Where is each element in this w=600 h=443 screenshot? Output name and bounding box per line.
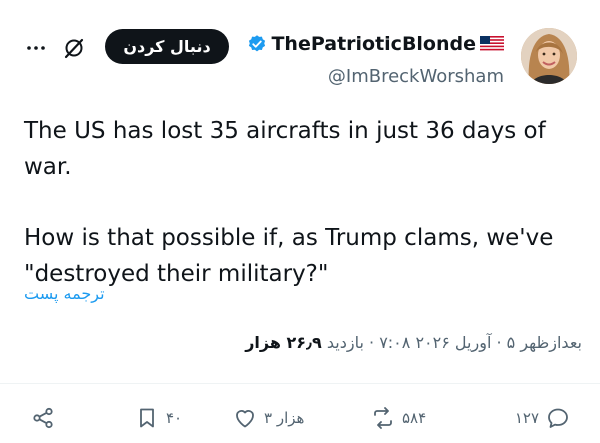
- grok-icon[interactable]: [62, 36, 86, 60]
- repost-icon: [374, 407, 392, 429]
- tweet-line-2: How is that possible if, as Trump clams,…: [24, 225, 554, 287]
- display-name: ThePatrioticBlonde: [271, 33, 476, 55]
- repost-button[interactable]: ۵۸۴: [371, 404, 426, 432]
- share-button[interactable]: [31, 404, 55, 432]
- repost-count: ۵۸۴: [402, 409, 427, 427]
- like-button[interactable]: ۳ هزار: [233, 404, 304, 432]
- tweet-line-1: The US has lost 35 aircrafts in just 36 …: [24, 118, 546, 180]
- translate-post-link[interactable]: ترجمه پست: [24, 284, 105, 303]
- like-count: ۳ هزار: [264, 409, 305, 427]
- bookmark-icon: [140, 408, 154, 428]
- follow-button[interactable]: دنبال کردن: [105, 29, 229, 64]
- avatar-image: [521, 28, 577, 84]
- more-options-icon[interactable]: [24, 36, 48, 60]
- share-icon: [33, 407, 53, 429]
- heart-icon: [236, 410, 254, 428]
- bookmark-button[interactable]: ۴۰: [135, 404, 182, 432]
- view-count: ۲۶٫۹ هزار: [245, 333, 322, 352]
- reply-count: ۱۲۷: [514, 409, 539, 427]
- bookmark-count: ۴۰: [166, 409, 183, 427]
- tweet-datetime[interactable]: بعدازظهر ۵ · آوریل ۲۰۲۶ ۷:۰۸ · بازدید: [327, 333, 582, 352]
- reply-icon: [548, 408, 568, 428]
- avatar[interactable]: [521, 28, 577, 84]
- display-name-row[interactable]: ThePatrioticBlonde: [247, 33, 504, 55]
- divider: [0, 383, 600, 384]
- tweet-meta: بعدازظهر ۵ · آوریل ۲۰۲۶ ۷:۰۸ · بازدید ۲۶…: [245, 333, 582, 352]
- us-flag-icon: [480, 36, 504, 52]
- tweet-text: The US has lost 35 aircrafts in just 36 …: [24, 113, 579, 292]
- reply-button[interactable]: ۱۲۷: [515, 404, 570, 432]
- verified-badge-icon: [249, 35, 266, 52]
- author-handle[interactable]: @ImBreckWorsham: [328, 66, 504, 87]
